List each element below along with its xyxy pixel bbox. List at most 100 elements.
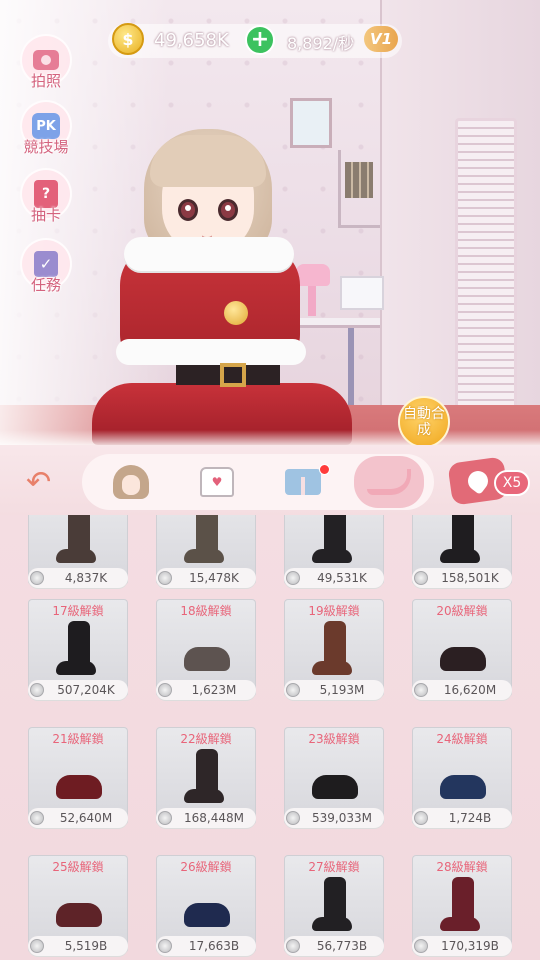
bell-ornament xyxy=(224,301,248,325)
shoe-icon xyxy=(50,749,106,805)
item-price: 170,319B xyxy=(441,939,499,953)
shoe-item[interactable]: 22級解鎖 168,448M xyxy=(156,727,256,831)
income-rate: 8,892/秒 xyxy=(287,34,355,53)
shoe-item[interactable]: 49,531K xyxy=(284,515,384,591)
unlock-level-label: 19級解鎖 xyxy=(308,604,360,618)
new-badge xyxy=(319,464,330,475)
photo-button[interactable]: 拍照 xyxy=(18,34,74,96)
character-bangs xyxy=(150,135,266,187)
hair-icon xyxy=(113,465,149,499)
boot-foot xyxy=(312,917,352,931)
item-price: 1,724B xyxy=(448,811,492,825)
boot-icon xyxy=(50,515,106,565)
silver-coin-icon xyxy=(286,811,300,825)
tab-top[interactable]: ♥ xyxy=(182,456,252,508)
shoe-icon xyxy=(434,749,490,805)
shoe-item[interactable]: 23級解鎖 539,033M xyxy=(284,727,384,831)
add-coins-button[interactable]: + xyxy=(245,25,275,55)
shoe-item[interactable]: 18級解鎖 1,623M xyxy=(156,599,256,703)
shoe-item[interactable]: 24級解鎖 1,724B xyxy=(412,727,512,831)
boot-foot xyxy=(56,661,96,675)
task-button[interactable]: ✓ 任務 xyxy=(18,238,74,300)
boot-icon xyxy=(434,515,490,565)
draw-card-button[interactable]: ? 抽卡 xyxy=(18,168,74,230)
item-price: 56,773B xyxy=(316,939,368,953)
arena-button[interactable]: PK 競技場 xyxy=(18,100,74,162)
boot-icon xyxy=(50,621,106,677)
character-avatar[interactable] xyxy=(92,125,352,445)
unlock-level-label: 28級解鎖 xyxy=(436,860,488,874)
unlock-level-label: 24級解鎖 xyxy=(436,732,488,746)
back-button[interactable]: ↶ xyxy=(22,462,62,502)
silver-coin-icon xyxy=(414,811,428,825)
shoe-body xyxy=(312,775,358,799)
coin-balance: 49,658K xyxy=(154,30,229,51)
reward-multiplier: X5 xyxy=(494,470,530,496)
vip-badge[interactable]: V1 xyxy=(364,26,398,52)
item-price: 539,033M xyxy=(312,811,372,825)
dressing-room-scene xyxy=(0,0,540,445)
tab-hair[interactable] xyxy=(96,456,166,508)
louvered-door xyxy=(455,118,517,418)
shoe-icon xyxy=(178,877,234,933)
silver-coin-icon xyxy=(158,939,172,953)
silver-coin-icon xyxy=(30,939,44,953)
arena-label: 競技場 xyxy=(23,138,69,156)
boot-foot xyxy=(184,549,224,563)
boot-foot xyxy=(312,661,352,675)
item-price: 4,837K xyxy=(64,571,108,585)
shoe-item[interactable]: 15,478K xyxy=(156,515,256,591)
shoe-item[interactable]: 158,501K xyxy=(412,515,512,591)
belt-buckle xyxy=(220,363,246,387)
silver-coin-icon xyxy=(158,571,172,585)
shoe-icon xyxy=(434,621,490,677)
shoe-icon xyxy=(178,621,234,677)
shoe-body xyxy=(56,903,102,927)
character-eye-right xyxy=(218,199,238,221)
coin-icon: $ xyxy=(112,23,144,55)
auto-compose-button[interactable]: 自動合成 xyxy=(398,396,450,448)
item-price: 15,478K xyxy=(189,571,239,585)
photo-label: 拍照 xyxy=(30,72,61,90)
tab-shoes[interactable] xyxy=(354,456,424,508)
shoe-item[interactable]: 26級解鎖 17,663B xyxy=(156,855,256,959)
shoe-item[interactable]: 4,837K xyxy=(28,515,128,591)
character-cape-fur xyxy=(116,339,306,365)
shoe-item[interactable]: 17級解鎖 507,204K xyxy=(28,599,128,703)
unlock-level-label: 20級解鎖 xyxy=(436,604,488,618)
silver-coin-icon xyxy=(414,683,428,697)
shoe-item[interactable]: 20級解鎖 16,620M xyxy=(412,599,512,703)
items-grid: 4,837K 15,478K 49,531K 158,501K 17級解鎖 507,204… xyxy=(0,515,540,960)
item-price: 1,623M xyxy=(191,683,237,697)
silver-coin-icon xyxy=(30,683,44,697)
boot-foot xyxy=(440,917,480,931)
shoe-body xyxy=(440,647,486,671)
item-price: 16,620M xyxy=(443,683,497,697)
item-price: 49,531K xyxy=(317,571,367,585)
unlock-level-label: 25級解鎖 xyxy=(52,860,104,874)
tab-bottom[interactable] xyxy=(268,456,338,508)
character-eye-left xyxy=(178,199,198,221)
shirt-icon: ♥ xyxy=(200,467,234,497)
back-arrow-icon: ↶ xyxy=(26,465,52,500)
silver-coin-icon xyxy=(30,571,44,585)
sparkle-strip xyxy=(0,430,540,445)
shoe-item[interactable]: 25級解鎖 5,519B xyxy=(28,855,128,959)
shoe-body xyxy=(184,647,230,671)
item-price: 507,204K xyxy=(57,683,115,697)
boot-foot xyxy=(184,789,224,803)
unlock-level-label: 21級解鎖 xyxy=(52,732,104,746)
boot-icon xyxy=(178,749,234,805)
shoe-icon xyxy=(306,749,362,805)
boot-foot xyxy=(440,549,480,563)
unlock-level-label: 23級解鎖 xyxy=(308,732,360,746)
unlock-level-label: 27級解鎖 xyxy=(308,860,360,874)
shoe-item[interactable]: 19級解鎖 5,193M xyxy=(284,599,384,703)
shoe-item[interactable]: 28級解鎖 170,319B xyxy=(412,855,512,959)
camera-icon xyxy=(33,50,59,70)
shoe-item[interactable]: 27級解鎖 56,773B xyxy=(284,855,384,959)
boot-foot xyxy=(312,549,352,563)
unlock-level-label: 26級解鎖 xyxy=(180,860,232,874)
shoe-item[interactable]: 21級解鎖 52,640M xyxy=(28,727,128,831)
shorts-icon xyxy=(285,469,321,495)
